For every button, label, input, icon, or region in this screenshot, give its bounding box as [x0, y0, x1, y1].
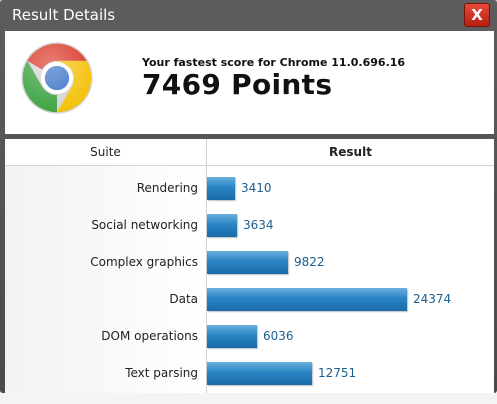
result-bar [207, 362, 312, 385]
suite-name: Data [169, 292, 198, 306]
suite-name: Text parsing [125, 366, 198, 380]
result-bar [207, 325, 257, 348]
score-value: 7469 Points [142, 68, 333, 101]
close-button[interactable]: X [464, 3, 490, 27]
background-page-strip [0, 392, 497, 404]
result-value: 3410 [241, 181, 272, 195]
results-table: Suite Result Rendering 3410 Social network… [5, 139, 494, 393]
table-header: Suite Result [5, 139, 494, 166]
table-row: Text parsing 12751 [5, 355, 494, 392]
dialog-titlebar: Result Details X [0, 0, 497, 30]
result-details-dialog: Result Details X Your fastest score for … [0, 0, 497, 393]
score-panel: Your fastest score for Chrome 11.0.696.1… [5, 31, 494, 134]
result-bar [207, 288, 407, 311]
header-result[interactable]: Result [207, 139, 494, 165]
result-bar [207, 214, 237, 237]
result-bar [207, 177, 235, 200]
result-bar [207, 251, 288, 274]
chrome-logo-icon [21, 42, 93, 114]
result-value: 24374 [413, 292, 452, 306]
result-value: 3634 [243, 218, 274, 232]
suite-name: Social networking [91, 218, 198, 232]
close-icon: X [471, 6, 483, 24]
result-value: 12751 [318, 366, 357, 380]
dialog-title: Result Details [12, 6, 116, 24]
table-row: Social networking 3634 [5, 207, 494, 244]
suite-name: DOM operations [101, 329, 198, 343]
result-value: 9822 [294, 255, 325, 269]
result-value: 6036 [263, 329, 294, 343]
table-row: Complex graphics 9822 [5, 244, 494, 281]
table-row: Rendering 3410 [5, 170, 494, 207]
suite-name: Rendering [136, 181, 198, 195]
header-suite[interactable]: Suite [5, 139, 207, 165]
suite-name: Complex graphics [90, 255, 198, 269]
table-row: Data 24374 [5, 281, 494, 318]
table-row: DOM operations 6036 [5, 318, 494, 355]
